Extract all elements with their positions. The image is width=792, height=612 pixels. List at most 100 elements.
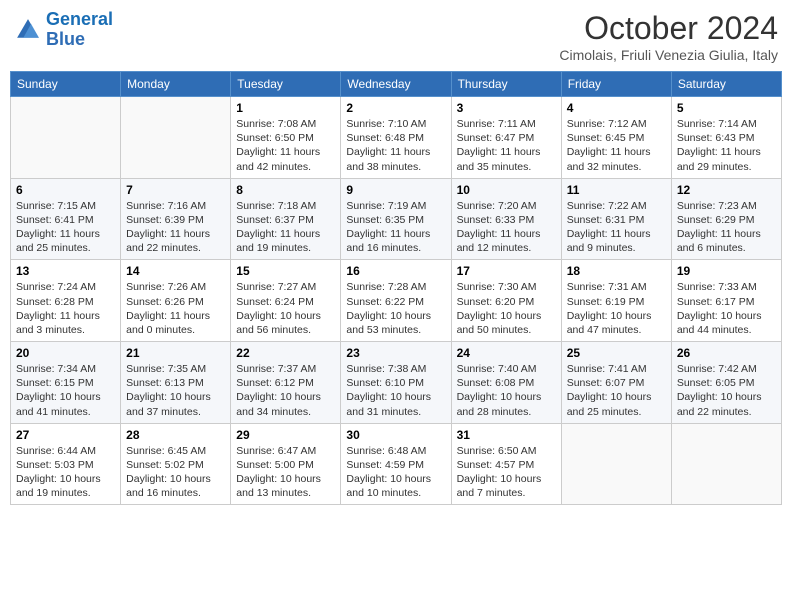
day-info: Sunrise: 7:41 AMSunset: 6:07 PMDaylight:… <box>567 362 666 419</box>
calendar-cell: 31 Sunrise: 6:50 AMSunset: 4:57 PMDayligh… <box>451 423 561 505</box>
calendar-cell: 26Sunrise: 7:42 AMSunset: 6:05 PMDayligh… <box>671 342 781 424</box>
day-number: 17 <box>457 264 556 278</box>
calendar-cell: 17Sunrise: 7:30 AMSunset: 6:20 PMDayligh… <box>451 260 561 342</box>
calendar-cell: 23 Sunrise: 7:38 AMSunset: 6:10 PMDayligh… <box>341 342 451 424</box>
day-number: 21 <box>126 346 225 360</box>
day-info: Sunrise: 7:23 AMSunset: 6:29 PMDaylight:… <box>677 199 776 256</box>
calendar-cell: 7 Sunrise: 7:16 AMSunset: 6:39 PMDaylight… <box>121 178 231 260</box>
column-header-sunday: Sunday <box>11 72 121 97</box>
day-number: 22 <box>236 346 335 360</box>
day-info: Sunrise: 7:37 AMSunset: 6:12 PMDaylight:… <box>236 362 335 419</box>
calendar-cell: 16Sunrise: 7:28 AMSunset: 6:22 PMDayligh… <box>341 260 451 342</box>
calendar-cell: 11 Sunrise: 7:22 AMSunset: 6:31 PMDayligh… <box>561 178 671 260</box>
day-number: 7 <box>126 183 225 197</box>
calendar-cell: 12Sunrise: 7:23 AMSunset: 6:29 PMDayligh… <box>671 178 781 260</box>
day-number: 28 <box>126 428 225 442</box>
day-number: 15 <box>236 264 335 278</box>
day-number: 13 <box>16 264 115 278</box>
day-info: Sunrise: 6:45 AMSunset: 5:02 PMDaylight:… <box>126 444 225 501</box>
day-number: 23 <box>346 346 445 360</box>
calendar-cell: 13 Sunrise: 7:24 AMSunset: 6:28 PMDayligh… <box>11 260 121 342</box>
logo-text: General Blue <box>46 10 113 50</box>
calendar-cell: 1 Sunrise: 7:08 AMSunset: 6:50 PMDaylight… <box>231 97 341 179</box>
day-number: 1 <box>236 101 335 115</box>
day-info: Sunrise: 7:35 AMSunset: 6:13 PMDaylight:… <box>126 362 225 419</box>
day-number: 16 <box>346 264 445 278</box>
day-number: 25 <box>567 346 666 360</box>
calendar-cell: 20 Sunrise: 7:34 AMSunset: 6:15 PMDayligh… <box>11 342 121 424</box>
calendar-week-row: 6 Sunrise: 7:15 AMSunset: 6:41 PMDaylight… <box>11 178 782 260</box>
calendar-cell: 30Sunrise: 6:48 AMSunset: 4:59 PMDayligh… <box>341 423 451 505</box>
day-number: 26 <box>677 346 776 360</box>
day-info: Sunrise: 7:15 AMSunset: 6:41 PMDaylight:… <box>16 199 115 256</box>
day-info: Sunrise: 6:47 AMSunset: 5:00 PMDaylight:… <box>236 444 335 501</box>
logo-line2: Blue <box>46 29 85 49</box>
calendar-cell: 28 Sunrise: 6:45 AMSunset: 5:02 PMDayligh… <box>121 423 231 505</box>
day-info: Sunrise: 7:14 AMSunset: 6:43 PMDaylight:… <box>677 117 776 174</box>
calendar-week-row: 27Sunrise: 6:44 AMSunset: 5:03 PMDayligh… <box>11 423 782 505</box>
column-header-friday: Friday <box>561 72 671 97</box>
day-info: Sunrise: 7:10 AMSunset: 6:48 PMDaylight:… <box>346 117 445 174</box>
column-header-wednesday: Wednesday <box>341 72 451 97</box>
day-info: Sunrise: 7:12 AMSunset: 6:45 PMDaylight:… <box>567 117 666 174</box>
calendar-cell <box>11 97 121 179</box>
calendar-week-row: 13 Sunrise: 7:24 AMSunset: 6:28 PMDayligh… <box>11 260 782 342</box>
day-number: 31 <box>457 428 556 442</box>
day-info: Sunrise: 7:11 AMSunset: 6:47 PMDaylight:… <box>457 117 556 174</box>
day-info: Sunrise: 7:20 AMSunset: 6:33 PMDaylight:… <box>457 199 556 256</box>
month-title: October 2024 <box>559 10 778 47</box>
day-info: Sunrise: 7:24 AMSunset: 6:28 PMDaylight:… <box>16 280 115 337</box>
day-number: 14 <box>126 264 225 278</box>
day-info: Sunrise: 7:26 AMSunset: 6:26 PMDaylight:… <box>126 280 225 337</box>
calendar-cell: 18 Sunrise: 7:31 AMSunset: 6:19 PMDayligh… <box>561 260 671 342</box>
column-header-monday: Monday <box>121 72 231 97</box>
day-info: Sunrise: 7:22 AMSunset: 6:31 PMDaylight:… <box>567 199 666 256</box>
calendar-table: SundayMondayTuesdayWednesdayThursdayFrid… <box>10 71 782 505</box>
day-number: 2 <box>346 101 445 115</box>
day-info: Sunrise: 7:40 AMSunset: 6:08 PMDaylight:… <box>457 362 556 419</box>
page-header: General Blue October 2024 Cimolais, Friu… <box>10 10 782 63</box>
calendar-cell: 2 Sunrise: 7:10 AMSunset: 6:48 PMDaylight… <box>341 97 451 179</box>
calendar-cell: 8Sunrise: 7:18 AMSunset: 6:37 PMDaylight… <box>231 178 341 260</box>
calendar-cell: 24 Sunrise: 7:40 AMSunset: 6:08 PMDayligh… <box>451 342 561 424</box>
calendar-week-row: 20 Sunrise: 7:34 AMSunset: 6:15 PMDayligh… <box>11 342 782 424</box>
day-number: 10 <box>457 183 556 197</box>
day-info: Sunrise: 7:19 AMSunset: 6:35 PMDaylight:… <box>346 199 445 256</box>
day-number: 24 <box>457 346 556 360</box>
day-info: Sunrise: 7:08 AMSunset: 6:50 PMDaylight:… <box>236 117 335 174</box>
location-subtitle: Cimolais, Friuli Venezia Giulia, Italy <box>559 47 778 63</box>
column-header-saturday: Saturday <box>671 72 781 97</box>
day-number: 20 <box>16 346 115 360</box>
column-header-tuesday: Tuesday <box>231 72 341 97</box>
day-number: 6 <box>16 183 115 197</box>
day-number: 29 <box>236 428 335 442</box>
title-block: October 2024 Cimolais, Friuli Venezia Gi… <box>559 10 778 63</box>
day-number: 5 <box>677 101 776 115</box>
day-info: Sunrise: 7:34 AMSunset: 6:15 PMDaylight:… <box>16 362 115 419</box>
day-info: Sunrise: 7:16 AMSunset: 6:39 PMDaylight:… <box>126 199 225 256</box>
calendar-cell: 4Sunrise: 7:12 AMSunset: 6:45 PMDaylight… <box>561 97 671 179</box>
calendar-cell: 5 Sunrise: 7:14 AMSunset: 6:43 PMDaylight… <box>671 97 781 179</box>
logo: General Blue <box>14 10 113 50</box>
logo-line1: General <box>46 9 113 29</box>
calendar-cell <box>671 423 781 505</box>
calendar-cell: 6 Sunrise: 7:15 AMSunset: 6:41 PMDaylight… <box>11 178 121 260</box>
calendar-cell: 27Sunrise: 6:44 AMSunset: 5:03 PMDayligh… <box>11 423 121 505</box>
calendar-cell: 15 Sunrise: 7:27 AMSunset: 6:24 PMDayligh… <box>231 260 341 342</box>
day-info: Sunrise: 7:33 AMSunset: 6:17 PMDaylight:… <box>677 280 776 337</box>
day-number: 18 <box>567 264 666 278</box>
calendar-cell: 3Sunrise: 7:11 AMSunset: 6:47 PMDaylight… <box>451 97 561 179</box>
day-info: Sunrise: 7:27 AMSunset: 6:24 PMDaylight:… <box>236 280 335 337</box>
day-number: 11 <box>567 183 666 197</box>
calendar-cell <box>561 423 671 505</box>
calendar-cell: 21 Sunrise: 7:35 AMSunset: 6:13 PMDayligh… <box>121 342 231 424</box>
column-header-thursday: Thursday <box>451 72 561 97</box>
logo-icon <box>14 16 42 44</box>
day-info: Sunrise: 6:50 AMSunset: 4:57 PMDaylight:… <box>457 444 556 501</box>
day-number: 19 <box>677 264 776 278</box>
calendar-cell: 29 Sunrise: 6:47 AMSunset: 5:00 PMDayligh… <box>231 423 341 505</box>
day-info: Sunrise: 7:31 AMSunset: 6:19 PMDaylight:… <box>567 280 666 337</box>
calendar-cell: 22 Sunrise: 7:37 AMSunset: 6:12 PMDayligh… <box>231 342 341 424</box>
day-info: Sunrise: 7:38 AMSunset: 6:10 PMDaylight:… <box>346 362 445 419</box>
day-info: Sunrise: 6:48 AMSunset: 4:59 PMDaylight:… <box>346 444 445 501</box>
